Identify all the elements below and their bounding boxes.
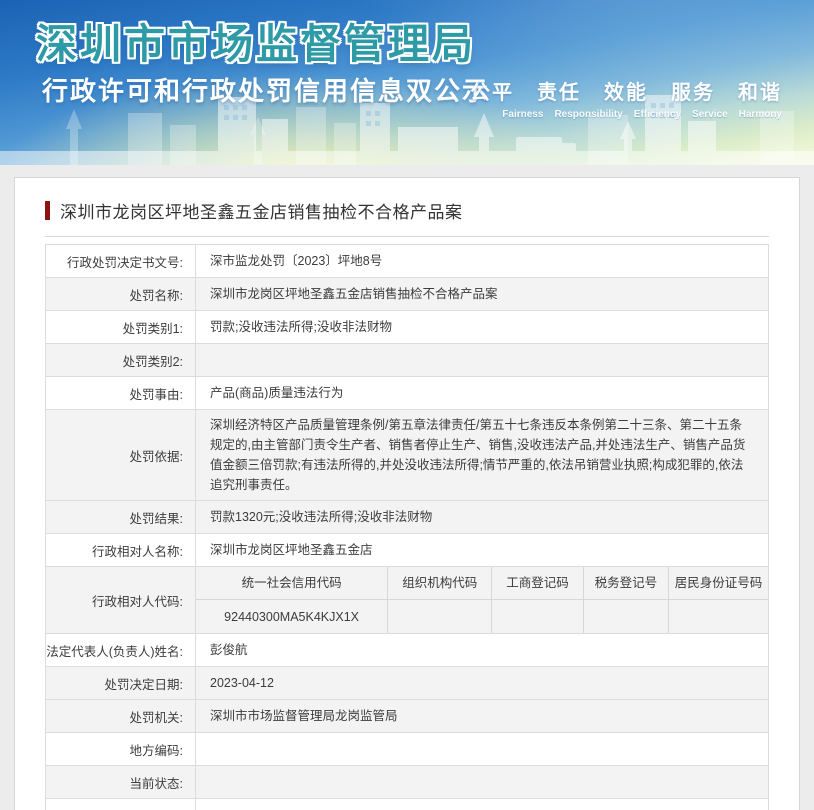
code-column-header: 税务登记号 xyxy=(583,567,670,600)
row-label: 处罚名称: xyxy=(46,278,196,310)
slogan-word-en: Efficiency xyxy=(633,109,682,120)
row-value: 深市监龙处罚〔2023〕坪地8号 xyxy=(210,254,383,268)
code-column-header: 统一社会信用代码 xyxy=(196,567,389,600)
slogan-word: 服务 xyxy=(671,82,715,104)
relative-person-code-grid: 统一社会信用代码 组织机构代码 工商登记码 税务登记号 居民身份证号码 92440300M… xyxy=(196,567,768,633)
code-column-header: 居民身份证号码 xyxy=(669,567,768,600)
slogan-word-en: Fairness xyxy=(502,109,544,120)
row-label: 处罚事由: xyxy=(46,377,196,409)
table-row: 行政处罚决定书文号: 深市监龙处罚〔2023〕坪地8号 xyxy=(46,245,768,278)
case-title: 深圳市龙岗区坪地圣鑫五金店销售抽检不合格产品案 xyxy=(60,203,463,222)
row-value: 深圳市龙岗区坪地圣鑫五金店销售抽检不合格产品案 xyxy=(210,287,498,301)
table-row: 处罚事由: 产品(商品)质量违法行为 xyxy=(46,377,768,410)
row-label: 当前状态: xyxy=(46,766,196,798)
table-row: 处罚名称: 深圳市龙岗区坪地圣鑫五金店销售抽检不合格产品案 xyxy=(46,278,768,311)
slogan-en: Fairness Responsibility Efficiency Service H… xyxy=(470,109,782,120)
row-value: 2023-04-12 xyxy=(210,676,274,690)
table-row: 备注 xyxy=(46,799,768,810)
row-value: 罚款;没收违法所得;没收非法财物 xyxy=(210,320,392,334)
table-row: 地方编码: xyxy=(46,733,768,766)
title-divider xyxy=(45,236,769,237)
table-row: 行政相对人代码: 统一社会信用代码 组织机构代码 工商登记码 税务登记号 居民身份证号码 9… xyxy=(46,567,768,634)
slogan-word-en: Service xyxy=(692,109,728,120)
banner-slogan: 公平 责任 效能 服务 和谐 Fairness Responsibility Efficie… xyxy=(470,76,782,120)
table-row: 处罚类别1: 罚款;没收违法所得;没收非法财物 xyxy=(46,311,768,344)
slogan-word: 和谐 xyxy=(738,82,782,104)
row-label: 备注 xyxy=(46,799,196,810)
banner-subtitle: 行政许可和行政处罚信用信息双公示 xyxy=(42,76,491,106)
row-label: 法定代表人(负责人)姓名: xyxy=(46,634,196,666)
row-label: 处罚依据: xyxy=(46,410,196,500)
slogan-word: 责任 xyxy=(537,82,581,104)
table-row: 处罚机关: 深圳市市场监督管理局龙岗监管局 xyxy=(46,700,768,733)
table-row: 处罚依据: 深圳经济特区产品质量管理条例/第五章法律责任/第五十七条违反本条例第二… xyxy=(46,410,768,501)
row-label: 处罚结果: xyxy=(46,501,196,533)
penalty-table: 行政处罚决定书文号: 深市监龙处罚〔2023〕坪地8号 处罚名称: 深圳市龙岗区坪地圣… xyxy=(45,244,769,810)
row-value: 深圳经济特区产品质量管理条例/第五章法律责任/第五十七条违反本条例第二十三条、第… xyxy=(210,418,746,492)
row-value: 深圳市市场监督管理局龙岗监管局 xyxy=(210,709,398,723)
row-label: 处罚决定日期: xyxy=(46,667,196,699)
table-row: 处罚结果: 罚款1320元;没收违法所得;没收非法财物 xyxy=(46,501,768,534)
row-value: 产品(商品)质量违法行为 xyxy=(210,386,344,400)
code-value xyxy=(584,600,670,633)
slogan-word-en: Responsibility xyxy=(554,109,623,120)
content-panel: 深圳市龙岗区坪地圣鑫五金店销售抽检不合格产品案 行政处罚决定书文号: 深市监龙处罚… xyxy=(14,177,800,810)
code-column-header: 工商登记码 xyxy=(492,567,584,600)
code-value xyxy=(388,600,493,633)
slogan-word: 效能 xyxy=(604,82,648,104)
row-value: 统一社会信用代码 组织机构代码 工商登记码 税务登记号 居民身份证号码 92440300M… xyxy=(196,567,768,633)
agency-title: 深圳市市场监督管理局 xyxy=(36,21,476,67)
header-banner: 深圳市市场监督管理局 行政许可和行政处罚信用信息双公示 公平 责任 效能 服务 和谐 F… xyxy=(0,0,814,165)
row-label: 处罚类别2: xyxy=(46,344,196,376)
row-label: 行政相对人名称: xyxy=(46,534,196,566)
table-row: 处罚类别2: xyxy=(46,344,768,377)
code-column-header: 组织机构代码 xyxy=(388,567,493,600)
table-row: 处罚决定日期: 2023-04-12 xyxy=(46,667,768,700)
row-label: 地方编码: xyxy=(46,733,196,765)
title-marker-bar xyxy=(45,201,50,220)
row-label: 处罚类别1: xyxy=(46,311,196,343)
slogan-word: 公平 xyxy=(470,82,514,104)
table-row: 当前状态: xyxy=(46,766,768,799)
code-value: 92440300MA5K4KJX1X xyxy=(196,600,389,633)
slogan-word-en: Harmony xyxy=(738,109,782,120)
case-title-row: 深圳市龙岗区坪地圣鑫五金店销售抽检不合格产品案 xyxy=(32,196,782,223)
row-value xyxy=(196,766,768,798)
row-value: 彭俊航 xyxy=(210,643,248,657)
row-label: 行政处罚决定书文号: xyxy=(46,245,196,277)
code-value xyxy=(669,600,768,633)
table-row: 法定代表人(负责人)姓名: 彭俊航 xyxy=(46,634,768,667)
code-value xyxy=(492,600,584,633)
table-row: 行政相对人名称: 深圳市龙岗区坪地圣鑫五金店 xyxy=(46,534,768,567)
row-label: 行政相对人代码: xyxy=(46,567,196,633)
slogan-cn: 公平 责任 效能 服务 和谐 xyxy=(470,76,782,105)
row-label: 处罚机关: xyxy=(46,700,196,732)
row-value xyxy=(196,733,768,765)
row-value: 深圳市龙岗区坪地圣鑫五金店 xyxy=(210,543,373,557)
row-value: 罚款1320元;没收违法所得;没收非法财物 xyxy=(210,510,433,524)
row-value xyxy=(196,799,768,810)
row-value xyxy=(196,344,768,376)
